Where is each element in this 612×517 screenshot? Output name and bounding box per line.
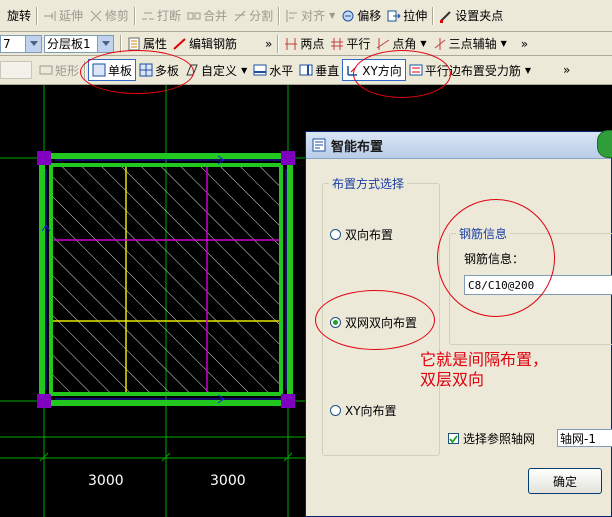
- split-icon: [233, 9, 247, 23]
- dimension-label: 3000: [210, 473, 246, 489]
- two-point-icon: [284, 37, 298, 51]
- axis-select[interactable]: 轴网-1: [557, 429, 612, 447]
- separator: [36, 6, 39, 25]
- parallel-icon: [330, 37, 344, 51]
- multi-board-button[interactable]: 多板: [136, 60, 182, 80]
- merge-icon: [187, 9, 201, 23]
- toolbar-overflow-button-2[interactable]: »: [518, 34, 531, 54]
- vertical-icon: [299, 63, 313, 77]
- checkbox-check-icon[interactable]: [448, 433, 459, 444]
- set-grip-button[interactable]: 设置夹点: [436, 6, 506, 26]
- radio-double-net[interactable]: 双网双向布置: [330, 314, 417, 331]
- extend-icon: [43, 9, 57, 23]
- align-icon: [285, 9, 299, 23]
- rotate-button[interactable]: 旋转: [4, 6, 34, 26]
- dialog-titlebar[interactable]: 智能布置: [306, 132, 611, 159]
- toolbar-overflow-button[interactable]: »: [262, 34, 275, 54]
- align-button[interactable]: 对齐 ▼: [282, 6, 338, 26]
- dropdown-arrow-icon: ▼: [329, 11, 336, 20]
- dropdown-arrow-icon: ▼: [420, 39, 427, 48]
- dialog-title: 智能布置: [331, 139, 384, 155]
- horizontal-icon: [253, 63, 267, 77]
- three-point-aux-button[interactable]: 三点辅轴 ▼: [430, 34, 510, 54]
- radio-xy[interactable]: XY向布置: [330, 402, 397, 419]
- custom-icon: [185, 63, 199, 77]
- dimension-label: 3000: [88, 473, 124, 489]
- edit-rebar-icon: [173, 37, 187, 51]
- rebar-group-label: 钢筋信息: [456, 225, 511, 242]
- trim-button[interactable]: 修剪: [86, 6, 132, 26]
- point-angle-button[interactable]: 点角 ▼: [373, 34, 429, 54]
- annotation-text: 它就是间隔布置， 双层双向: [420, 350, 549, 389]
- toolbar-overflow-button-3[interactable]: »: [560, 60, 573, 80]
- separator: [277, 34, 280, 53]
- property-icon: [127, 37, 141, 51]
- dialog-icon: [312, 138, 326, 152]
- toolbar-draw: 矩形 单板 多板 自定义 ▼ 水平 垂直 XY方向 平行边布置受力筋 ▼ »: [0, 56, 612, 85]
- edit-rebar-button[interactable]: 编辑钢筋: [170, 34, 240, 54]
- offset-icon: [341, 9, 355, 23]
- property-button[interactable]: 属性: [124, 34, 170, 54]
- rebar-info-input[interactable]: [464, 275, 612, 295]
- xy-direction-icon: [346, 63, 360, 77]
- custom-button[interactable]: 自定义 ▼: [182, 60, 250, 80]
- split-button[interactable]: 分割: [230, 6, 276, 26]
- trim-icon: [89, 9, 103, 23]
- method-group-label: 布置方式选择: [329, 175, 408, 192]
- grip-icon: [439, 9, 453, 23]
- xy-direction-button[interactable]: XY方向: [342, 59, 406, 81]
- separator: [278, 6, 281, 25]
- stretch-icon: [387, 9, 401, 23]
- separator: [432, 6, 435, 25]
- floor-select[interactable]: 7: [0, 34, 42, 53]
- separator: [134, 6, 137, 25]
- break-icon: [141, 9, 155, 23]
- smart-layout-dialog: 智能布置 布置方式选择 双向布置 双网双向布置 XY向布置 钢筋信息 钢筋信息：…: [305, 130, 612, 517]
- multi-board-icon: [139, 63, 153, 77]
- layer-select[interactable]: 分层板1: [44, 34, 114, 53]
- dropdown-arrow-icon: ▼: [241, 65, 248, 75]
- close-icon[interactable]: [597, 130, 612, 158]
- horizontal-button[interactable]: 水平: [250, 60, 296, 80]
- chevron-down-icon: [97, 35, 113, 52]
- parallel-edge-rebar-button[interactable]: 平行边布置受力筋 ▼: [406, 60, 534, 80]
- rect-icon: [39, 63, 53, 77]
- rect-button[interactable]: 矩形: [36, 60, 82, 80]
- slab-hatch: [51, 165, 281, 394]
- radio-circle[interactable]: [330, 229, 341, 240]
- extend-button[interactable]: 延伸: [40, 6, 86, 26]
- separator: [84, 61, 87, 79]
- radio-circle[interactable]: [330, 405, 341, 416]
- single-board-button[interactable]: 单板: [88, 59, 137, 81]
- parallel-button[interactable]: 平行: [327, 34, 373, 54]
- point-angle-icon: [376, 37, 390, 51]
- rebar-info-label: 钢筋信息：: [464, 252, 525, 266]
- two-point-button[interactable]: 两点: [281, 34, 327, 54]
- toolbar-edit: 旋转 延伸 修剪 打断 合并 分割 对齐 ▼ 偏移 拉伸 设置夹点: [0, 0, 612, 32]
- toolbar-property: 7 分层板1 属性 编辑钢筋 » 两点 平行 点角 ▼ 三点辅轴 ▼ »: [0, 32, 612, 56]
- vertical-button[interactable]: 垂直: [296, 60, 342, 80]
- break-button[interactable]: 打断: [138, 6, 184, 26]
- ok-button[interactable]: 确定: [528, 468, 602, 494]
- ref-axis-checkbox[interactable]: 选择参照轴网: [448, 430, 535, 447]
- radio-two-way[interactable]: 双向布置: [330, 226, 393, 243]
- dropdown-arrow-icon: ▼: [500, 39, 507, 48]
- offset-button[interactable]: 偏移: [338, 6, 384, 26]
- radio-circle-selected[interactable]: [330, 317, 341, 328]
- dropdown-arrow-icon: ▼: [524, 65, 531, 75]
- separator: [120, 34, 122, 53]
- stretch-button[interactable]: 拉伸: [384, 6, 430, 26]
- single-board-icon: [92, 63, 106, 77]
- parallel-edge-rebar-icon: [409, 63, 423, 77]
- three-point-aux-icon: [433, 37, 447, 51]
- chevron-down-icon: [25, 35, 41, 52]
- draw-mode-select[interactable]: [0, 61, 32, 79]
- merge-button[interactable]: 合并: [184, 6, 230, 26]
